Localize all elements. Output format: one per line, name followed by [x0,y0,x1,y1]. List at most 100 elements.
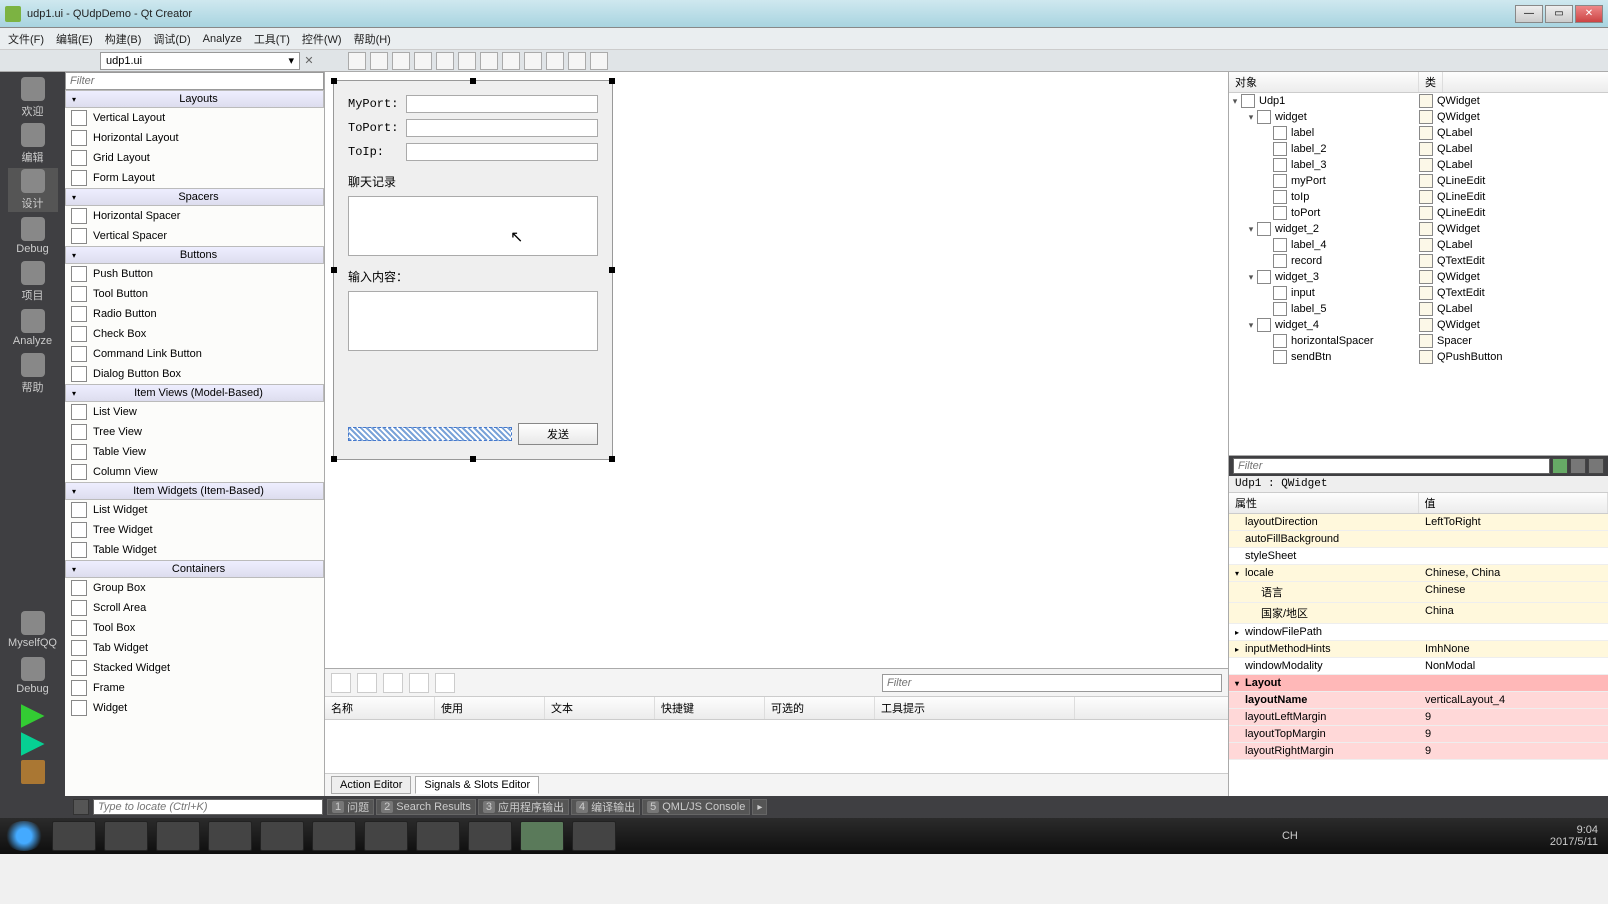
layout-h-icon[interactable] [436,52,454,70]
widget-push-button[interactable]: Push Button [65,264,324,284]
copy-action-icon[interactable] [383,673,403,693]
mode-帮助[interactable]: 帮助 [8,352,58,396]
taskbar-sublime-icon[interactable] [260,821,304,851]
tray-icon[interactable] [1324,829,1338,843]
object-sendBtn[interactable]: sendBtnQPushButton [1229,349,1608,365]
category-Spacers[interactable]: ▾Spacers [65,188,324,206]
col-class[interactable]: 类 [1419,72,1443,92]
tray-icon[interactable] [1384,829,1398,843]
adjust-size-icon[interactable] [590,52,608,70]
taskbar-qtcreator-icon[interactable] [520,821,564,851]
object-toIp[interactable]: toIpQLineEdit [1229,189,1608,205]
mode-Debug[interactable]: Debug [8,654,58,698]
widget-stacked-widget[interactable]: Stacked Widget [65,658,324,678]
delete-action-icon[interactable] [409,673,429,693]
widget-table-widget[interactable]: Table Widget [65,540,324,560]
property-layoutDirection[interactable]: layoutDirectionLeftToRight [1229,514,1608,531]
widget-frame[interactable]: Frame [65,678,324,698]
widget-vertical-layout[interactable]: Vertical Layout [65,108,324,128]
property-autoFillBackground[interactable]: autoFillBackground [1229,531,1608,548]
layout-hsplit-icon[interactable] [480,52,498,70]
layout-grid-icon[interactable] [524,52,542,70]
ime-indicator[interactable]: CH [1282,830,1298,842]
close-document-button[interactable]: ✕ [300,54,318,67]
tray-volume-icon[interactable] [1524,829,1538,843]
add-dynamic-property-icon[interactable] [1552,458,1568,474]
menu-item[interactable]: 调试(D) [153,31,190,47]
widget-tab-widget[interactable]: Tab Widget [65,638,324,658]
widget-horizontal-layout[interactable]: Horizontal Layout [65,128,324,148]
form-udp1[interactable]: MyPort: ToPort: ToIp: 聊天记录 输入内容： [333,80,613,460]
tray-icon[interactable] [1364,829,1378,843]
taskbar-vs-icon[interactable] [312,821,356,851]
object-widget_2[interactable]: ▾widget_2QWidget [1229,221,1608,237]
minimize-button[interactable]: ― [1515,5,1543,23]
taskbar-app2-icon[interactable] [364,821,408,851]
taskbar-unity-icon[interactable] [156,821,200,851]
col-object[interactable]: 对象 [1229,72,1419,92]
expand-icon[interactable]: ▾ [1245,272,1257,283]
textedit-input[interactable] [348,291,598,351]
mode-项目[interactable]: 项目 [8,260,58,304]
category-Containers[interactable]: ▾Containers [65,560,324,578]
category-Item Widgets (Item-Based)[interactable]: ▾Item Widgets (Item-Based) [65,482,324,500]
widget-dialog-button-box[interactable]: Dialog Button Box [65,364,324,384]
taskbar-app-icon[interactable] [104,821,148,851]
run-debug-icon[interactable] [21,732,45,756]
object-widget_4[interactable]: ▾widget_4QWidget [1229,317,1608,333]
widgetbox-filter[interactable] [65,72,324,90]
action-col[interactable]: 工具提示 [875,697,1075,719]
edit-taborder-icon[interactable] [414,52,432,70]
action-list[interactable] [325,720,1228,773]
build-icon[interactable] [21,760,45,784]
property-layoutLeftMargin[interactable]: layoutLeftMargin9 [1229,709,1608,726]
object-toPort[interactable]: toPortQLineEdit [1229,205,1608,221]
edit-signals-icon[interactable] [370,52,388,70]
textedit-record[interactable] [348,196,598,256]
output-tabs-more[interactable]: ▸ [752,799,767,815]
action-filter[interactable] [882,674,1222,692]
property-locale[interactable]: ▾localeChinese, China [1229,565,1608,582]
action-col[interactable]: 使用 [435,697,545,719]
object-label_2[interactable]: label_2QLabel [1229,141,1608,157]
object-widget_3[interactable]: ▾widget_3QWidget [1229,269,1608,285]
action-col[interactable]: 名称 [325,697,435,719]
mode-设计[interactable]: 设计 [8,168,58,212]
property-rows[interactable]: layoutDirectionLeftToRightautoFillBackgr… [1229,514,1608,796]
break-layout-icon[interactable] [568,52,586,70]
start-button[interactable] [4,821,44,851]
widget-list-view[interactable]: List View [65,402,324,422]
remove-dynamic-property-icon[interactable] [1570,458,1586,474]
property-Layout[interactable]: ▾Layout [1229,675,1608,692]
mode-MyselfQQ[interactable]: MyselfQQ [8,608,58,652]
menu-item[interactable]: 编辑(E) [56,31,93,47]
category-Buttons[interactable]: ▾Buttons [65,246,324,264]
resize-handle-icon[interactable] [331,456,337,462]
widget-table-view[interactable]: Table View [65,442,324,462]
resize-handle-icon[interactable] [470,78,476,84]
tray-network-icon[interactable] [1504,829,1518,843]
layout-v-icon[interactable] [458,52,476,70]
output-tab-2[interactable]: 2Search Results [376,799,476,815]
action-col[interactable]: 可选的 [765,697,875,719]
menu-item[interactable]: Analyze [203,33,242,45]
tab-action-editor[interactable]: Action Editor [331,776,411,794]
mode-编辑[interactable]: 编辑 [8,122,58,166]
object-label_3[interactable]: label_3QLabel [1229,157,1608,173]
output-tab-1[interactable]: 1问题 [327,799,374,815]
property-layoutTopMargin[interactable]: layoutTopMargin9 [1229,726,1608,743]
taskbar-chrome-icon[interactable] [208,821,252,851]
open-documents-combo[interactable]: udp1.ui ▾ [100,52,300,70]
open-action-icon[interactable] [357,673,377,693]
widget-group-box[interactable]: Group Box [65,578,324,598]
category-Layouts[interactable]: ▾Layouts [65,90,324,108]
widget-vertical-spacer[interactable]: Vertical Spacer [65,226,324,246]
widget-command-link-button[interactable]: Command Link Button [65,344,324,364]
menu-item[interactable]: 帮助(H) [354,31,391,47]
property-windowModality[interactable]: windowModalityNonModal [1229,658,1608,675]
widget-column-view[interactable]: Column View [65,462,324,482]
close-button[interactable]: ✕ [1575,5,1603,23]
resize-handle-icon[interactable] [331,78,337,84]
object-Udp1[interactable]: ▾Udp1QWidget [1229,93,1608,109]
taskbar-evernote-icon[interactable] [416,821,460,851]
